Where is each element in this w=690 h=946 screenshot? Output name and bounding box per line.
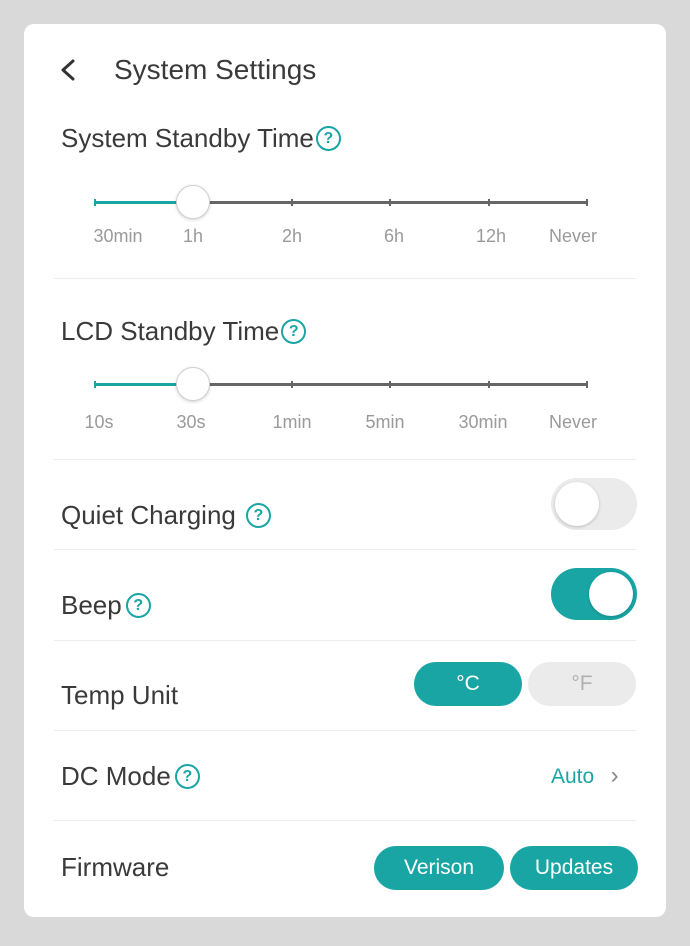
slider-tick	[389, 381, 391, 388]
version-button[interactable]: Verison	[374, 846, 504, 890]
slider-tick	[291, 199, 293, 206]
slider-tick	[94, 199, 96, 206]
tick-label: 12h	[475, 226, 507, 246]
dc-mode-selector[interactable]: Auto ›	[551, 762, 619, 791]
beep-toggle[interactable]	[551, 568, 637, 620]
page-title: System Settings	[114, 54, 317, 85]
tick-label: 10s	[84, 412, 114, 432]
beep-row: Beep?	[61, 588, 151, 622]
divider	[54, 278, 636, 279]
lcd-standby-slider[interactable]	[94, 367, 588, 401]
help-icon[interactable]: ?	[315, 125, 341, 151]
slider-tick	[488, 381, 490, 388]
slider-tick	[586, 199, 588, 206]
help-icon[interactable]: ?	[245, 502, 271, 528]
lcd-standby-row: LCD Standby Time?	[61, 314, 307, 348]
updates-button[interactable]: Updates	[510, 846, 638, 890]
slider-tick	[586, 381, 588, 388]
slider-thumb[interactable]	[176, 185, 210, 219]
slider-tick	[94, 381, 96, 388]
fahrenheit-button[interactable]: °F	[528, 662, 636, 706]
settings-card: System Settings System Standby Time? 30m…	[24, 24, 666, 917]
divider	[54, 549, 636, 550]
chevron-left-icon	[61, 59, 75, 81]
divider	[54, 459, 636, 460]
back-button[interactable]	[54, 52, 84, 88]
help-icon[interactable]: ?	[174, 763, 200, 789]
dc-mode-label: DC Mode	[61, 761, 171, 791]
tick-label: 30min	[93, 226, 143, 246]
slider-tick	[291, 381, 293, 388]
help-icon[interactable]: ?	[125, 592, 151, 618]
tick-label: 2h	[281, 226, 303, 246]
divider	[54, 820, 636, 821]
toggle-knob	[589, 572, 633, 616]
slider-tick	[389, 199, 391, 206]
slider-tick	[488, 199, 490, 206]
lcd-standby-label: LCD Standby Time	[61, 316, 280, 346]
dc-mode-row: DC Mode?	[61, 759, 200, 793]
divider	[54, 730, 636, 731]
beep-label: Beep	[61, 590, 122, 620]
quiet-charging-row: Quiet Charging?	[61, 498, 271, 532]
tick-label: 5min	[365, 412, 405, 432]
tick-label: 1h	[182, 226, 204, 246]
quiet-charging-label: Quiet Charging	[61, 500, 236, 530]
tick-label: 30min	[458, 412, 508, 432]
toggle-knob	[555, 482, 599, 526]
slider-thumb[interactable]	[176, 367, 210, 401]
temp-unit-label: Temp Unit	[61, 680, 179, 710]
dc-mode-value: Auto	[551, 765, 595, 788]
divider	[54, 640, 636, 641]
help-icon[interactable]: ?	[281, 318, 307, 344]
system-standby-row: System Standby Time?	[61, 121, 341, 155]
tick-label: 1min	[272, 412, 312, 432]
tick-label: 30s	[176, 412, 206, 432]
firmware-label: Firmware	[61, 852, 170, 882]
celsius-button[interactable]: °C	[414, 662, 522, 706]
tick-label: Never	[548, 412, 598, 432]
tick-label: Never	[548, 226, 598, 246]
chevron-right-icon: ›	[610, 762, 619, 789]
tick-label: 6h	[383, 226, 405, 246]
system-standby-slider[interactable]	[94, 185, 588, 219]
system-standby-label: System Standby Time	[61, 123, 314, 153]
quiet-charging-toggle[interactable]	[551, 478, 637, 530]
